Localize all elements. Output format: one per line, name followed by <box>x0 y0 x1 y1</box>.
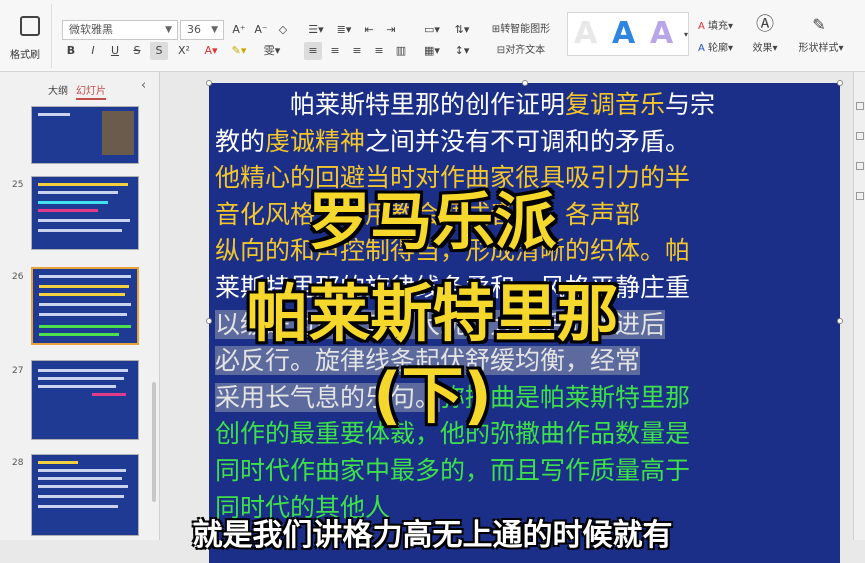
font-size-value: 36 <box>187 23 201 36</box>
fill-button[interactable]: A 填充▾ <box>698 18 750 36</box>
format-painter-label: 格式刷 <box>10 50 40 61</box>
outline-button[interactable]: A 轮廓▾ <box>698 40 750 58</box>
thumb-text-line <box>38 461 78 464</box>
outline-icon: A <box>698 43 705 54</box>
slide-text: 之间并没有不可调和的矛盾。 <box>365 126 691 156</box>
font-name-value: 微软雅黑 <box>69 23 113 36</box>
slide-text: 教的 <box>215 126 266 156</box>
distributed-button[interactable]: ▥ <box>392 42 410 60</box>
gallery-more-icon[interactable]: ▾ <box>682 26 690 44</box>
align-right-button[interactable]: ≡ <box>348 42 366 60</box>
slide-text-highlight: 虔诚精神 <box>265 126 366 156</box>
convert-smartart-button[interactable]: ⊞转智能图形 <box>486 21 556 39</box>
resize-handle[interactable] <box>522 80 528 86</box>
ribbon-toolbar: 格式刷 微软雅黑 ▼ 36 ▼ A⁺ A⁻ ◇ B I U S S X² A▾ ✎▾… <box>0 0 865 72</box>
shadow-button[interactable]: S <box>150 42 168 60</box>
format-painter-button[interactable]: 格式刷 <box>8 4 52 68</box>
format-painter-icon <box>20 16 40 36</box>
thumb-text-line <box>38 469 126 472</box>
spacing-button[interactable]: ↕▾ <box>450 42 474 60</box>
overlay-title-school: 罗马乐派 <box>308 185 557 258</box>
resize-handle[interactable] <box>837 80 843 86</box>
overlay-title-composer: 帕莱斯特里那 <box>246 277 619 350</box>
fill-icon: A <box>698 21 705 32</box>
bullets-button[interactable]: ☰▾ <box>304 21 328 39</box>
effects-label: 效果 <box>752 43 773 54</box>
wordart-style-purple[interactable]: A <box>650 17 673 51</box>
font-size-select[interactable]: 36 ▼ <box>180 20 224 40</box>
decrease-font-button[interactable]: A⁻ <box>252 21 270 39</box>
strikethrough-button[interactable]: S <box>128 42 146 60</box>
shape-style-label: 形状样式 <box>798 43 839 54</box>
thumb-text-line <box>38 495 124 498</box>
thumb-text-line <box>38 485 128 488</box>
outline-label: 轮廓 <box>708 43 729 54</box>
collapse-panel-icon[interactable]: ‹ <box>141 78 146 93</box>
columns-button[interactable]: ▦▾ <box>420 42 444 60</box>
video-subtitle: 就是我们讲格力高无上通的时候就有 <box>192 518 673 553</box>
numbering-button[interactable]: ≣▾ <box>332 21 356 39</box>
overlay-title-part: (下) <box>373 359 492 432</box>
italic-button[interactable]: I <box>84 42 102 60</box>
sidebar-tool-icon[interactable] <box>856 132 864 140</box>
text-direction-button[interactable]: ⇅▾ <box>450 21 474 39</box>
tab-slides[interactable]: 幻灯片 <box>76 82 106 100</box>
slide-text: 帕莱斯特里那的创作证明 <box>290 90 566 119</box>
tab-outline[interactable]: 大纲 <box>48 82 68 97</box>
superscript-button[interactable]: X² <box>172 42 196 60</box>
align-center-button[interactable]: ≡ <box>326 42 344 60</box>
slide-line: 帕莱斯特里那的创作证明复调音乐与宗 <box>215 87 815 124</box>
align-left-button[interactable]: ≡ <box>304 42 322 60</box>
slide-text-highlight: 复调音乐 <box>565 90 666 119</box>
smartart-icon: ⊞ <box>491 24 501 35</box>
effects-icon: Ⓐ <box>756 14 774 35</box>
thumb-portrait-image <box>102 111 134 155</box>
font-color-button[interactable]: A▾ <box>200 42 222 60</box>
align-text-button[interactable]: ⊟对齐文本 <box>486 42 556 60</box>
wordart-gallery[interactable]: A A A <box>567 12 689 56</box>
effects-button[interactable]: 效果▾ <box>748 40 782 58</box>
slide-line: 教的虔诚精神之间并没有不可调和的矛盾。 <box>215 124 815 161</box>
slide-thumbnail-24[interactable] <box>31 106 139 164</box>
wordart-style-blue[interactable]: A <box>612 17 635 51</box>
line-spacing-button[interactable]: ▭▾ <box>420 21 444 39</box>
align-text-label: 对齐文本 <box>505 45 546 56</box>
resize-handle[interactable] <box>206 80 212 86</box>
increase-font-button[interactable]: A⁺ <box>230 21 248 39</box>
char-spacing-button[interactable]: 雯▾ <box>258 42 286 60</box>
fill-label: 填充 <box>708 21 729 32</box>
sidebar-tool-icon[interactable] <box>856 162 864 170</box>
shape-style-button[interactable]: 形状样式▾ <box>794 40 848 58</box>
thumb-text-line <box>38 113 70 116</box>
underline-button[interactable]: U <box>106 42 124 60</box>
slide-number: 28 <box>12 458 24 468</box>
wordart-style-white[interactable]: A <box>574 17 597 51</box>
align-text-icon: ⊟ <box>496 45 506 56</box>
chevron-down-icon: ▼ <box>165 25 172 35</box>
increase-indent-button[interactable]: ⇥ <box>382 21 400 39</box>
thumb-text-line <box>38 477 122 480</box>
slide-text: 与宗 <box>665 90 716 119</box>
chevron-down-icon: ▼ <box>211 25 218 35</box>
clear-format-button[interactable]: ◇ <box>274 21 292 39</box>
slide-line: 同时代作曲家中最多的，而且写作质量高于 <box>215 455 691 485</box>
font-name-select[interactable]: 微软雅黑 ▼ <box>62 20 178 40</box>
bold-button[interactable]: B <box>62 42 80 60</box>
highlight-color-button[interactable]: ✎▾ <box>228 42 250 60</box>
convert-smartart-label: 转智能图形 <box>500 24 551 35</box>
shape-style-icon: ✎ <box>812 15 826 34</box>
decrease-indent-button[interactable]: ⇤ <box>360 21 378 39</box>
thumb-text-line <box>38 505 118 508</box>
justify-button[interactable]: ≡ <box>370 42 388 60</box>
sidebar-tool-icon[interactable] <box>856 102 864 110</box>
